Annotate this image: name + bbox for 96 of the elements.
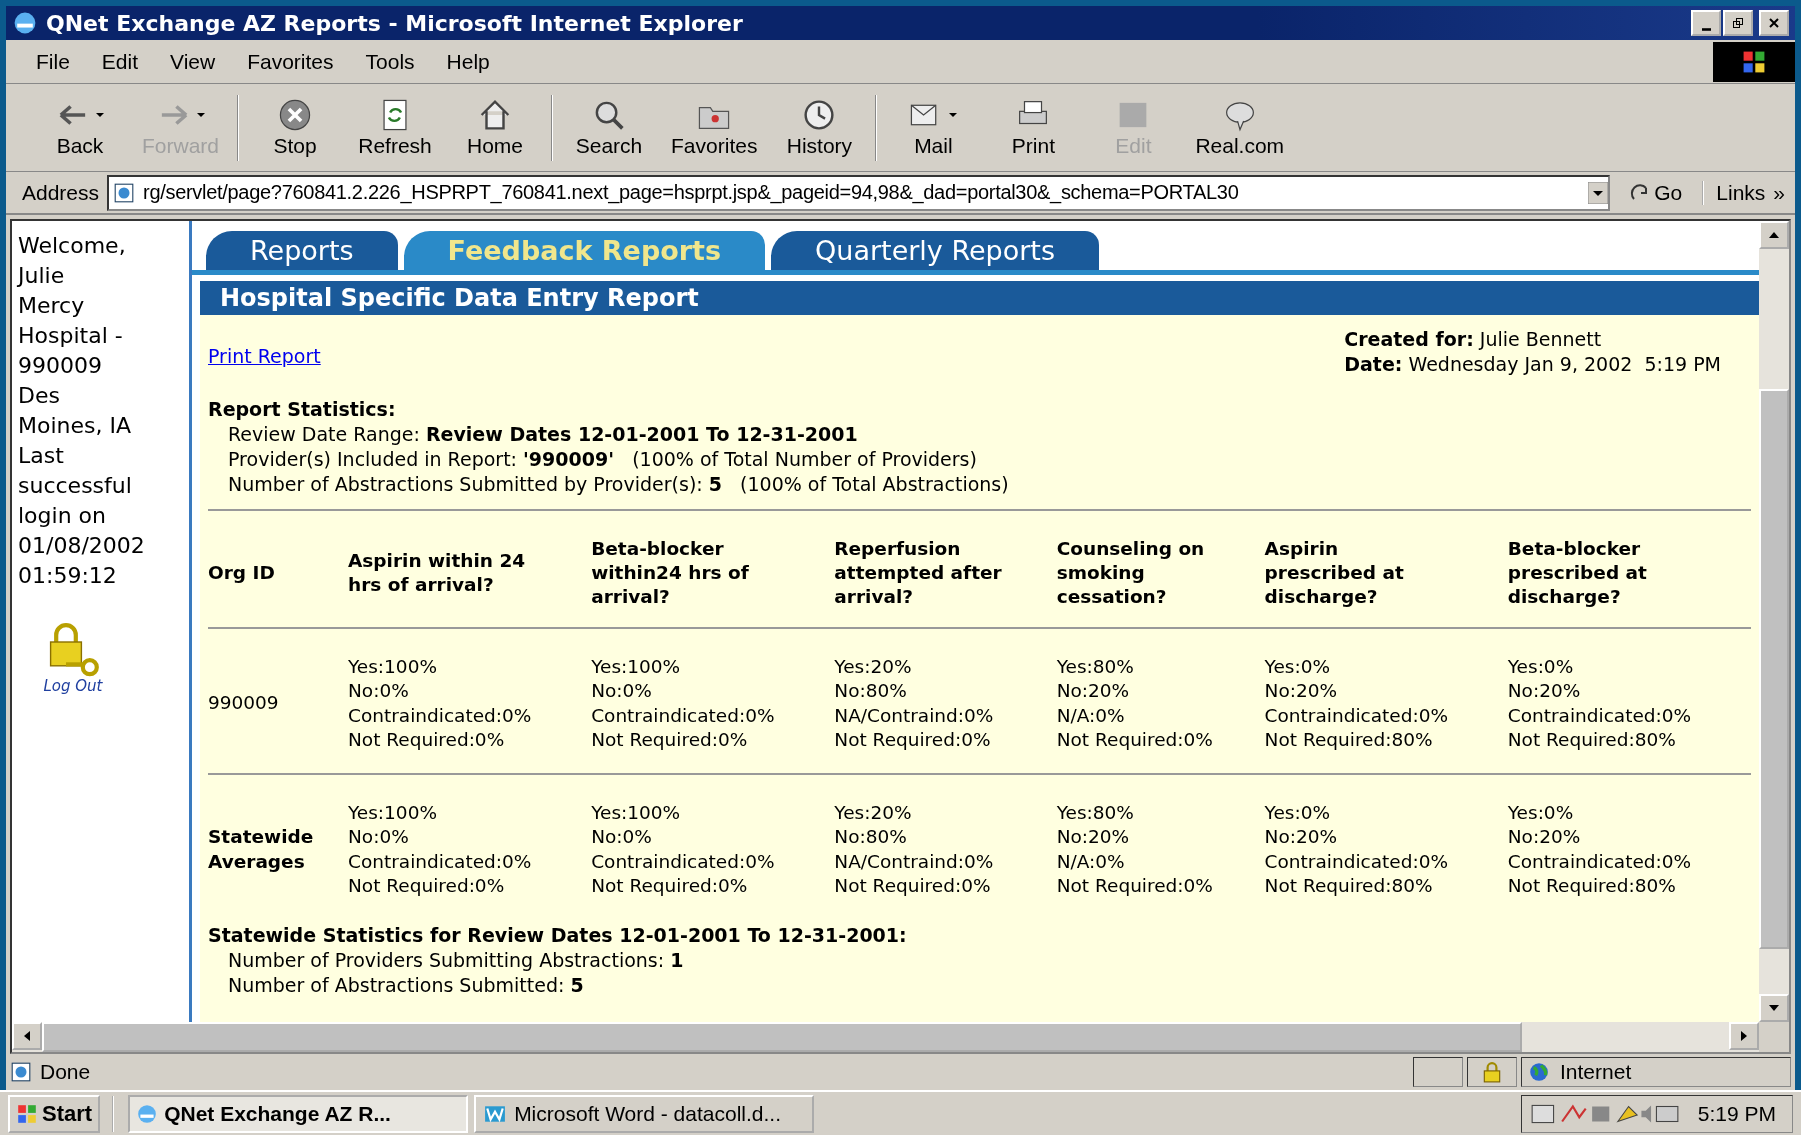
table-cell: Yes:100% No:0% Contraindicated:0% Not Required:0% (591, 773, 835, 919)
scroll-up-button[interactable] (1759, 220, 1789, 249)
toolbar-button[interactable]: Mail (883, 93, 984, 162)
statewide-heading: Statewide Statistics for Review Dates 12-01-2001 To 12-31-2001: (208, 922, 908, 948)
caret-icon (96, 112, 104, 117)
created-for-text: Created for: Julie Bennett (1344, 326, 1603, 352)
menu-item[interactable]: File (36, 49, 70, 74)
statewide-line: Number of Providers Submitting Abstractions: 1 (227, 947, 685, 973)
table-cell: Yes:0% No:20% Contraindicated:0% Not Required:80% (1507, 627, 1751, 774)
windows-flag-icon (16, 1102, 38, 1125)
toolbar-button[interactable]: Stop (245, 93, 346, 162)
toolbar-button[interactable]: Real.com (1183, 93, 1297, 162)
right-triangle-icon (1741, 1030, 1747, 1041)
clock-icon (802, 97, 837, 132)
stats-heading: Report Statistics: (208, 396, 397, 422)
scroll-down-button[interactable] (1759, 993, 1789, 1022)
table-cell: Yes:100% No:0% Contraindicated:0% Not Required:0% (591, 627, 835, 774)
toolbar-button[interactable]: Search (559, 93, 660, 162)
zone-text: Internet (1560, 1059, 1632, 1084)
column-header: Reperfusion attempted after arrival? (834, 510, 1057, 628)
dropdown-arrow-icon[interactable] (1588, 181, 1609, 204)
toolbar-button[interactable]: History (769, 93, 870, 162)
welcome-text: Welcome, Julie Mercy Hospital - 990009 Des Moines, IA Last successful login on 01/08/2002 01:59:12 (18, 231, 146, 590)
toolbar-button[interactable]: Refresh (345, 93, 446, 162)
column-header: Org ID (208, 510, 348, 628)
scrollbar-thumb[interactable] (1759, 388, 1789, 949)
close-button[interactable] (1759, 10, 1789, 37)
stop-icon (278, 97, 313, 132)
caret-icon (196, 112, 205, 117)
stats-line: Review Date Range: Review Dates 12-01-2001 To 12-31-2001 (227, 421, 859, 447)
report-title: Hospital Specific Data Entry Report (220, 283, 699, 312)
table-cell: Statewide Averages (208, 773, 348, 919)
menu-item[interactable]: Edit (101, 49, 139, 74)
up-triangle-icon (1769, 231, 1779, 238)
start-button[interactable]: Start (8, 1094, 101, 1133)
table-cell: Yes:100% No:0% Contraindicated:0% Not Required:0% (348, 627, 592, 774)
statewide-line: Number of Abstractions Submitted: 5 (227, 972, 585, 998)
print-report-link[interactable]: Print Report (208, 344, 321, 377)
column-header: Beta-blocker within24 hrs of arrival? (591, 510, 835, 628)
vertical-scrollbar[interactable] (1759, 220, 1789, 1022)
page-icon (10, 1060, 32, 1083)
scroll-right-button[interactable] (1729, 1021, 1759, 1050)
toolbar-button[interactable]: Favorites (659, 93, 770, 162)
toolbar-button[interactable]: Home (445, 93, 546, 162)
go-button[interactable]: Go (1618, 180, 1695, 205)
status-text: Done (40, 1059, 91, 1084)
menu-item[interactable]: Tools (365, 49, 415, 74)
close-icon (1768, 17, 1780, 30)
caret-icon (949, 112, 958, 117)
page-icon (113, 181, 136, 204)
clock-text: 5:19 PM (1697, 1101, 1776, 1126)
window-title: QNet Exchange AZ Reports - Microsoft Internet Explorer (46, 10, 744, 36)
menu-item[interactable]: Favorites (247, 49, 334, 74)
address-label: Address (22, 180, 100, 205)
status-panel (1413, 1056, 1463, 1087)
left-triangle-icon (24, 1030, 30, 1041)
column-header: Aspirin prescribed at discharge? (1264, 510, 1508, 628)
column-header: Beta-blocker prescribed at discharge? (1507, 510, 1751, 628)
down-triangle-icon (1769, 1004, 1779, 1011)
menu-item[interactable]: View (170, 49, 216, 74)
table-cell: Yes:0% No:20% Contraindicated:0% Not Required:80% (1264, 773, 1508, 919)
minimize-button[interactable] (1691, 10, 1721, 37)
table-cell: Yes:80% No:20% N/A:0% Not Required:0% (1056, 773, 1265, 919)
padlock-icon (1481, 1060, 1503, 1083)
log-out-link[interactable]: Log Out (18, 620, 128, 695)
browser-icon (136, 1102, 159, 1125)
scrollbar-thumb[interactable] (42, 1021, 1522, 1052)
scroll-left-button[interactable] (12, 1021, 42, 1050)
links-button[interactable]: Links (1702, 180, 1766, 205)
toolbar-button[interactable]: Print (983, 93, 1084, 162)
table-cell: Yes:20% No:80% NA/Contraind:0% Not Required:0% (834, 627, 1057, 774)
report-tab[interactable]: Quarterly Reports (771, 230, 1099, 270)
horizontal-scrollbar[interactable] (12, 1021, 1789, 1052)
table-cell: Yes:20% No:80% NA/Contraind:0% Not Required:0% (834, 773, 1057, 919)
report-date-text: Date: Wednesday Jan 9, 2002 5:19 PM (1344, 351, 1721, 377)
scrollbar-corner (1759, 1021, 1789, 1052)
table-cell: Yes:0% No:20% Contraindicated:0% Not Required:80% (1507, 773, 1751, 919)
restore-icon (1732, 17, 1744, 30)
menu-item[interactable]: Help (446, 49, 490, 74)
report-tab[interactable]: Reports (206, 230, 398, 270)
restore-button[interactable] (1723, 10, 1753, 37)
taskbar-button[interactable]: Microsoft Word - datacoll.d... (474, 1094, 815, 1133)
globe-icon (1528, 1060, 1550, 1083)
table-cell: Yes:80% No:20% N/A:0% Not Required:0% (1056, 627, 1265, 774)
taskbar-button[interactable]: QNet Exchange AZ R... (128, 1094, 469, 1133)
table-cell: Yes:0% No:20% Contraindicated:0% Not Required:80% (1264, 627, 1508, 774)
stats-line: Provider(s) Included in Report: '990009' (100% of Total Number of Providers) (227, 446, 978, 472)
stats-line: Number of Abstractions Submitted by Provider(s): 5 (100% of Total Abstractions) (227, 471, 1010, 497)
column-header: Aspirin within 24 hrs of arrival? (348, 510, 592, 628)
chevron-icon[interactable]: » (1773, 180, 1785, 205)
column-header: Counseling on smoking cessation? (1056, 510, 1265, 628)
table-cell: Yes:100% No:0% Contraindicated:0% Not Required:0% (348, 773, 592, 919)
table-cell: 990009 (208, 627, 348, 774)
minimize-icon (1701, 27, 1711, 31)
address-field[interactable]: rg/servlet/page?760841.2.226_HSPRPT_760841.next_page=hsprpt.jsp&_pageid=94,98&_dad=portal30&_schema=PORTAL30 (107, 174, 1611, 211)
toolbar-button[interactable]: Back (30, 93, 130, 162)
